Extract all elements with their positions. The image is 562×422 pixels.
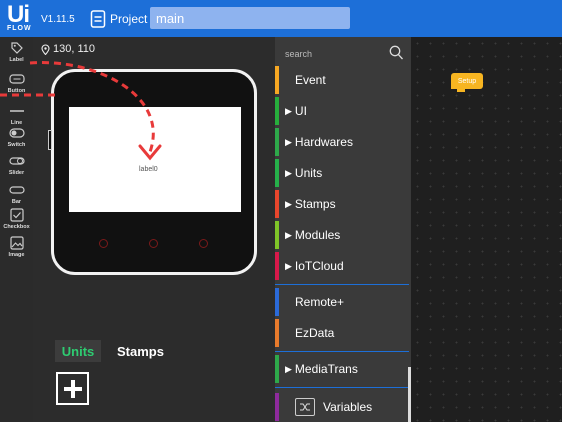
label0-widget[interactable]: label0 xyxy=(139,166,158,173)
component-image-text: Image xyxy=(8,252,25,258)
tab-units[interactable]: Units xyxy=(55,340,101,362)
version-label: V1.11.5 xyxy=(41,14,75,25)
component-toolbar: Label Button Line Switch Slider Bar Chec… xyxy=(0,37,33,422)
category-color-bar xyxy=(275,128,279,156)
category-hardwares[interactable]: ▶ Hardwares xyxy=(275,127,409,157)
component-button[interactable]: Button xyxy=(0,71,33,101)
category-color-bar xyxy=(275,393,279,421)
component-button-text: Button xyxy=(7,88,26,94)
category-stamps[interactable]: ▶ Stamps xyxy=(275,189,409,219)
button-icon xyxy=(8,71,25,87)
category-label: UI xyxy=(294,104,307,118)
category-color-bar xyxy=(275,159,279,187)
category-label: Modules xyxy=(294,228,341,242)
search-icon[interactable] xyxy=(389,45,404,61)
uiflow-logo: Ui FLOW xyxy=(6,1,36,34)
tab-stamps[interactable]: Stamps xyxy=(117,340,164,362)
category-label: IoTCloud xyxy=(294,259,344,273)
category-label: EzData xyxy=(295,326,335,340)
category-color-bar xyxy=(275,355,279,383)
category-color-bar xyxy=(275,252,279,280)
expand-arrow-icon: ▶ xyxy=(285,167,292,178)
component-bar-text: Bar xyxy=(11,199,22,205)
tag-icon xyxy=(10,40,24,56)
category-color-bar xyxy=(275,66,279,94)
switch-icon xyxy=(8,125,25,141)
category-event[interactable]: Event xyxy=(275,65,409,95)
coordinates-text: 130, 110 xyxy=(53,43,96,55)
component-checkbox-text: Checkbox xyxy=(3,224,30,230)
m5stack-device: label0 xyxy=(48,69,257,275)
component-switch-text: Switch xyxy=(7,142,26,148)
category-label: Event xyxy=(295,73,326,87)
shuffle-icon xyxy=(295,398,315,416)
device-button-a xyxy=(99,239,108,248)
component-label-text: Label xyxy=(9,57,24,63)
file-name-input[interactable] xyxy=(150,7,350,29)
image-icon xyxy=(9,235,24,251)
category-ezdata[interactable]: EzData xyxy=(275,318,409,348)
category-color-bar xyxy=(275,97,279,125)
category-units[interactable]: ▶ Units xyxy=(275,158,409,188)
category-variables[interactable]: Variables xyxy=(275,392,409,422)
category-label: Stamps xyxy=(294,197,336,211)
component-image[interactable]: Image xyxy=(0,235,33,265)
category-label: Variables xyxy=(323,400,373,414)
component-slider-text: Slider xyxy=(8,170,25,176)
category-iotcloud[interactable]: ▶ IoTCloud xyxy=(275,251,409,281)
expand-arrow-icon: ▶ xyxy=(285,229,292,240)
location-pin-icon xyxy=(41,43,50,55)
device-screen[interactable]: label0 xyxy=(69,107,241,212)
component-switch[interactable]: Switch xyxy=(0,125,33,155)
category-color-bar xyxy=(275,288,279,316)
block-search xyxy=(285,45,403,63)
category-label: MediaTrans xyxy=(294,362,358,376)
category-remote-plus[interactable]: Remote+ xyxy=(275,287,409,317)
line-icon xyxy=(9,103,25,119)
slider-icon xyxy=(8,153,25,169)
component-slider[interactable]: Slider xyxy=(0,153,33,183)
setup-block[interactable]: Setup xyxy=(451,73,483,92)
expand-arrow-icon: ▶ xyxy=(285,136,292,147)
block-category-panel: Event ▶ UI ▶ Hardwares ▶ Units ▶ Stamps … xyxy=(275,37,411,422)
device-button-c xyxy=(199,239,208,248)
component-label[interactable]: Label xyxy=(0,40,33,70)
category-ui[interactable]: ▶ UI xyxy=(275,96,409,126)
expand-arrow-icon: ▶ xyxy=(285,260,292,271)
add-unit-button[interactable] xyxy=(56,372,89,405)
component-checkbox[interactable]: Checkbox xyxy=(0,207,33,237)
category-color-bar xyxy=(275,221,279,249)
category-modules[interactable]: ▶ Modules xyxy=(275,220,409,250)
category-label: Remote+ xyxy=(295,295,345,309)
project-label: Project xyxy=(110,12,148,26)
category-divider xyxy=(275,284,409,285)
category-divider xyxy=(275,387,409,388)
checkbox-icon xyxy=(9,207,24,223)
expand-arrow-icon: ▶ xyxy=(285,363,292,374)
category-label: Units xyxy=(294,166,323,180)
project-button[interactable]: Project xyxy=(90,8,147,30)
bar-icon xyxy=(8,182,25,198)
plus-icon xyxy=(63,379,82,398)
document-icon xyxy=(90,10,106,28)
coordinates-readout: 130, 110 xyxy=(41,43,95,55)
device-button-b xyxy=(149,239,158,248)
block-workspace[interactable]: Setup xyxy=(411,37,562,422)
category-label: Hardwares xyxy=(294,135,353,149)
device-side-port xyxy=(48,130,52,150)
device-preview-area: 130, 110 label0 Units Stamps xyxy=(33,37,275,422)
expand-arrow-icon: ▶ xyxy=(285,198,292,209)
expand-arrow-icon: ▶ xyxy=(285,105,292,116)
top-bar: Ui FLOW V1.11.5 Project xyxy=(0,0,562,37)
category-mediatrans[interactable]: ▶ MediaTrans xyxy=(275,354,409,384)
category-color-bar xyxy=(275,190,279,218)
logo-subtext: FLOW xyxy=(7,25,32,32)
category-color-bar xyxy=(275,319,279,347)
category-divider xyxy=(275,351,409,352)
block-search-input[interactable] xyxy=(285,45,385,63)
